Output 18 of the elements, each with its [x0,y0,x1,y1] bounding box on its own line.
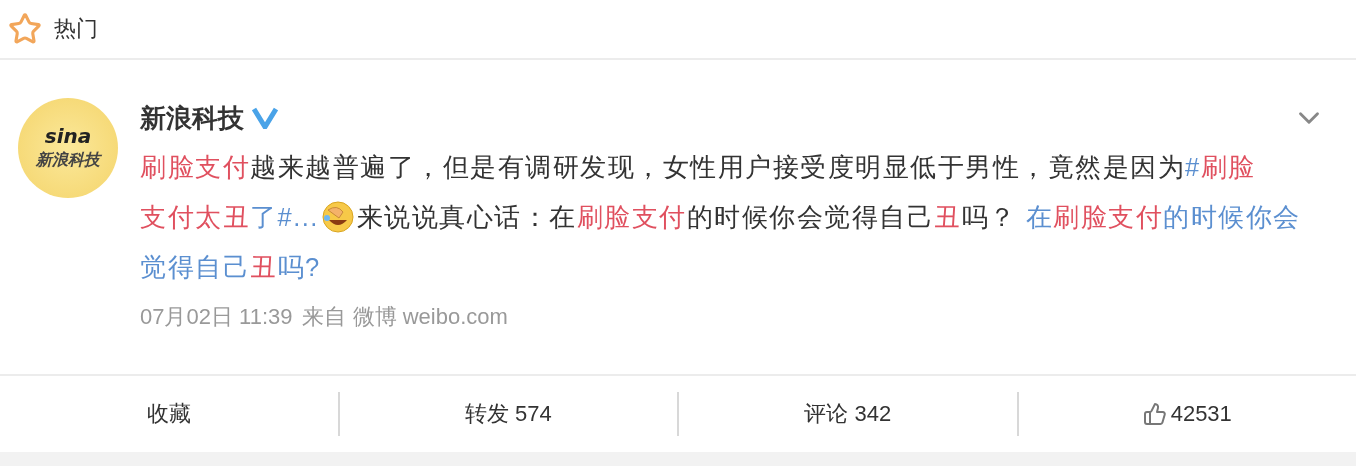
post-source: 来自 微博 weibo.com [302,303,508,331]
logo-text: sina [44,125,92,146]
post-time: 07月02日 11:39 [140,303,293,331]
post-text: 刷脸支付越来越普遍了，但是有调研发现，女性用户接受度明显低于男性，竟然是因为#刷脸 [140,152,1256,183]
action-button[interactable]: 收藏 [0,392,338,436]
post-text: 来说说真心话：在刷脸支付的时候你会觉得自己丑吗？ 在刷脸支付的时候你会 [356,202,1301,233]
logo-caption: 新浪科技 [36,149,100,170]
action-button[interactable]: 评论 342 [677,392,1017,436]
thumbs-up-icon [1142,402,1167,426]
section-title: 热门 [54,15,98,43]
star-icon [8,12,42,46]
post-text: 支付太丑了#... [140,202,319,233]
like-button[interactable]: 42531 [1016,392,1356,436]
action-button[interactable]: 转发 574 [337,392,677,436]
laughing-emoji-icon [320,200,355,234]
avatar[interactable]: sina 新浪科技 [18,98,118,198]
author-name[interactable]: 新浪科技 [140,100,244,136]
post-text: 觉得自己丑吗? [140,252,321,283]
